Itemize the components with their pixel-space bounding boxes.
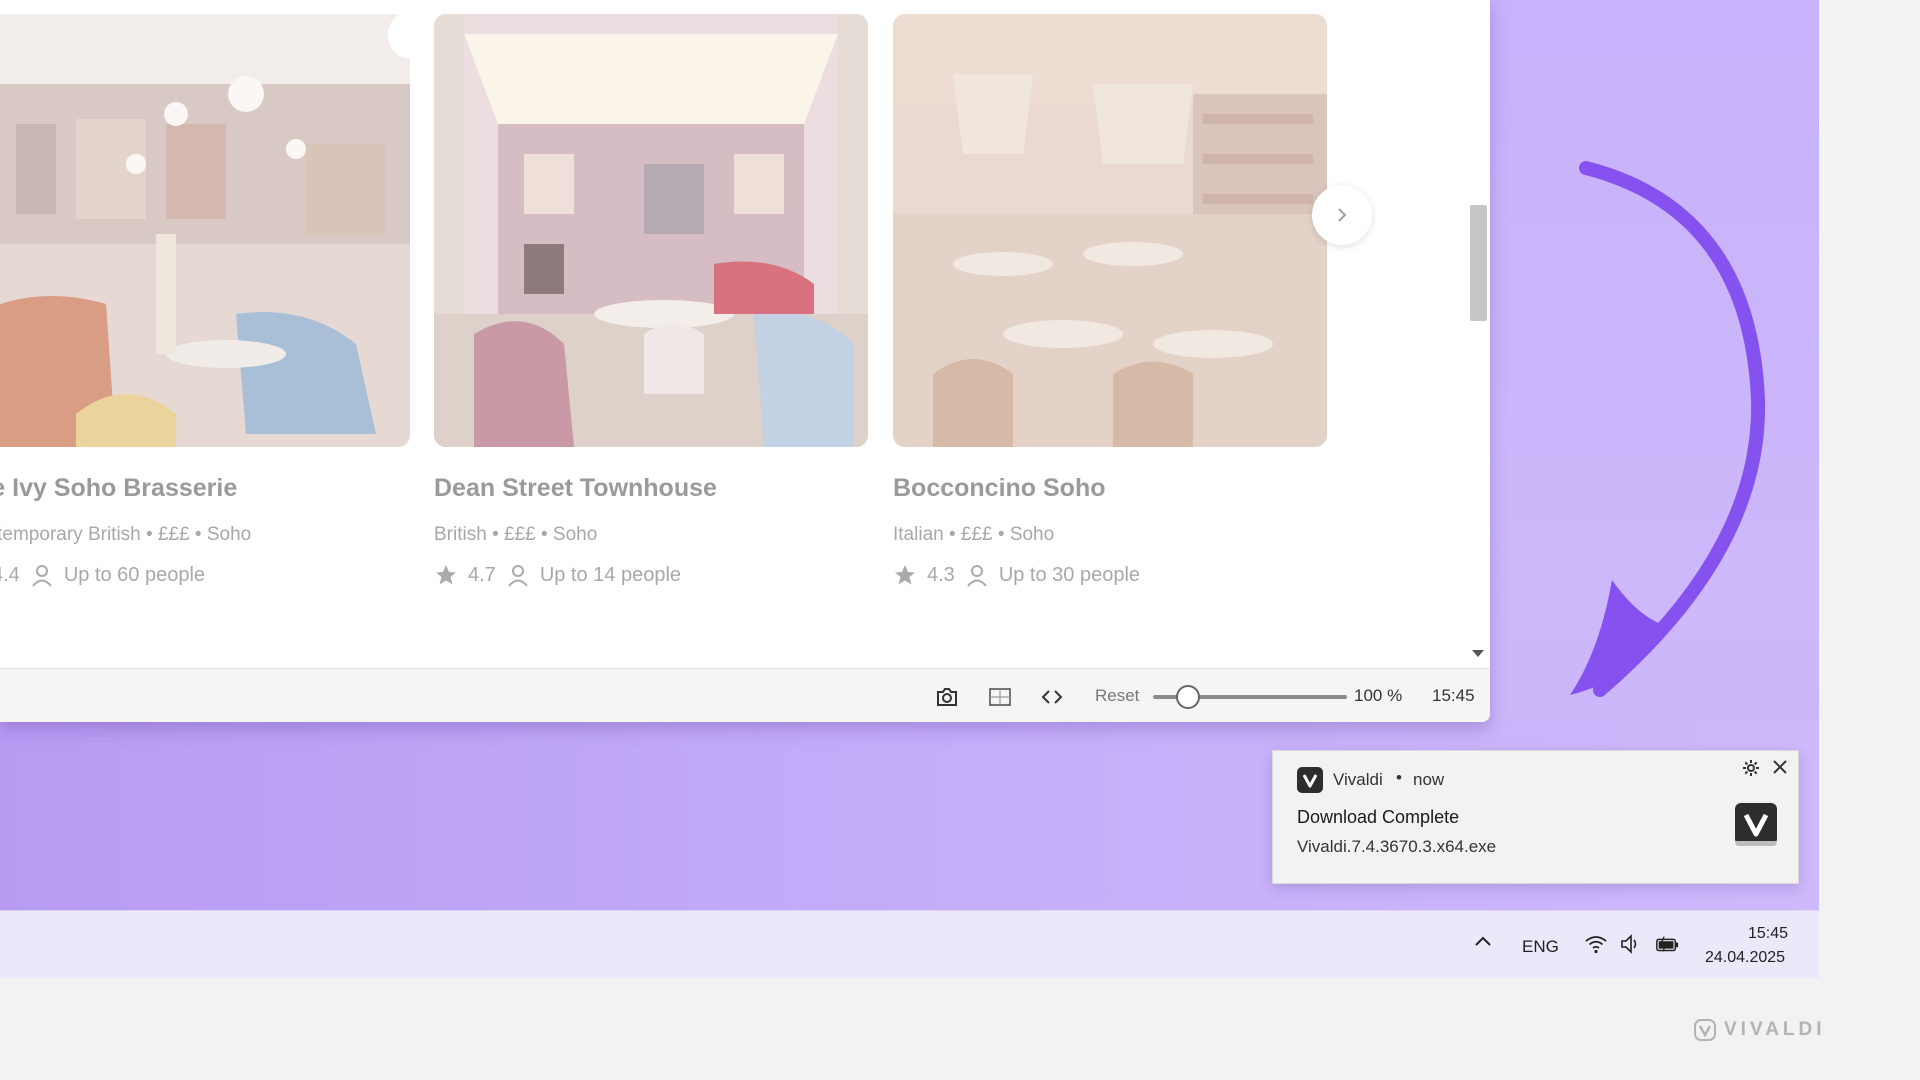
taskbar-date[interactable]: 24.04.2025 <box>1705 949 1785 967</box>
restaurant-photo[interactable] <box>434 14 868 447</box>
volume-icon[interactable] <box>1619 933 1643 955</box>
battery-icon[interactable] <box>1655 933 1679 955</box>
scrollbar-thumb[interactable] <box>1470 205 1487 321</box>
restaurant-photo[interactable] <box>893 14 1327 447</box>
code-icon[interactable] <box>1040 685 1064 709</box>
restaurant-stats: 4.4 Up to 60 people <box>0 563 205 587</box>
close-icon[interactable] <box>1769 757 1791 779</box>
camera-icon[interactable] <box>935 685 959 709</box>
restaurant-meta: Italian • £££ • Soho <box>893 524 1055 545</box>
chevron-up-icon[interactable] <box>1472 931 1494 953</box>
restaurant-stats: 4.7 Up to 14 people <box>434 563 681 587</box>
browser-statusbar: Reset 100 % 15:45 <box>0 668 1490 722</box>
carousel-prev-edge <box>388 12 428 58</box>
page-tiling-icon[interactable] <box>988 685 1012 709</box>
restaurant-stats: 4.3 Up to 30 people <box>893 563 1140 587</box>
browser-window: he Ivy Soho Brasserie ontemporary Britis… <box>0 0 1490 722</box>
capacity-text: Up to 60 people <box>63 563 206 586</box>
rating-value: 4.3 <box>927 563 955 586</box>
rating-value: 4.7 <box>468 563 496 586</box>
taskbar-time[interactable]: 15:45 <box>1748 925 1788 943</box>
zoom-slider-thumb[interactable] <box>1175 685 1200 709</box>
notification-body: Vivaldi.7.4.3670.3.x64.exe <box>1297 837 1497 856</box>
restaurant-photo[interactable] <box>0 14 410 447</box>
restaurant-name[interactable]: Bocconcino Soho <box>893 474 1106 503</box>
desktop-background: he Ivy Soho Brasserie ontemporary Britis… <box>0 0 1819 978</box>
scroll-down-arrow[interactable] <box>1472 650 1484 657</box>
zoom-value: 100 % <box>1354 686 1403 705</box>
rating-value: 4.4 <box>0 563 20 586</box>
os-taskbar: ENG 15:45 24.04.2025 <box>0 910 1819 978</box>
vivaldi-app-icon <box>1735 803 1777 845</box>
language-indicator[interactable]: ENG <box>1522 937 1559 957</box>
person-icon <box>967 565 987 587</box>
person-icon <box>32 565 52 587</box>
notification-title: Download Complete <box>1297 807 1460 827</box>
download-notification[interactable]: Vivaldi • now Download Complete Vivaldi.… <box>1272 750 1799 884</box>
gear-icon[interactable] <box>1741 759 1761 779</box>
statusbar-clock: 15:45 <box>1432 686 1475 705</box>
restaurant-carousel: he Ivy Soho Brasserie ontemporary Britis… <box>0 0 1467 668</box>
vivaldi-watermark: VIVALDI <box>1694 1019 1826 1041</box>
restaurant-name[interactable]: he Ivy Soho Brasserie <box>0 474 237 503</box>
capacity-text: Up to 14 people <box>539 563 682 586</box>
zoom-reset-button[interactable]: Reset <box>1095 686 1139 706</box>
restaurant-meta: ontemporary British • £££ • Soho <box>0 524 252 545</box>
restaurant-name[interactable]: Dean Street Townhouse <box>434 474 717 503</box>
annotation-arrow <box>1570 161 1766 697</box>
vivaldi-logo-icon <box>1694 1019 1716 1041</box>
notification-separator: • <box>1396 768 1402 787</box>
notification-time: now <box>1413 770 1445 789</box>
wifi-icon[interactable] <box>1584 933 1608 955</box>
app-icon-shadow <box>1735 841 1777 846</box>
vertical-scrollbar[interactable] <box>1467 0 1490 668</box>
star-icon <box>436 565 456 585</box>
chevron-right-icon <box>1338 208 1347 222</box>
person-icon <box>508 565 528 587</box>
vivaldi-logo-icon <box>1297 767 1323 793</box>
carousel-next-button[interactable] <box>1312 185 1372 245</box>
capacity-text: Up to 30 people <box>998 563 1141 586</box>
star-icon <box>895 565 915 585</box>
watermark-text: VIVALDI <box>1724 1019 1826 1040</box>
notification-app-name: Vivaldi <box>1333 770 1383 789</box>
restaurant-meta: British • £££ • Soho <box>434 524 598 545</box>
